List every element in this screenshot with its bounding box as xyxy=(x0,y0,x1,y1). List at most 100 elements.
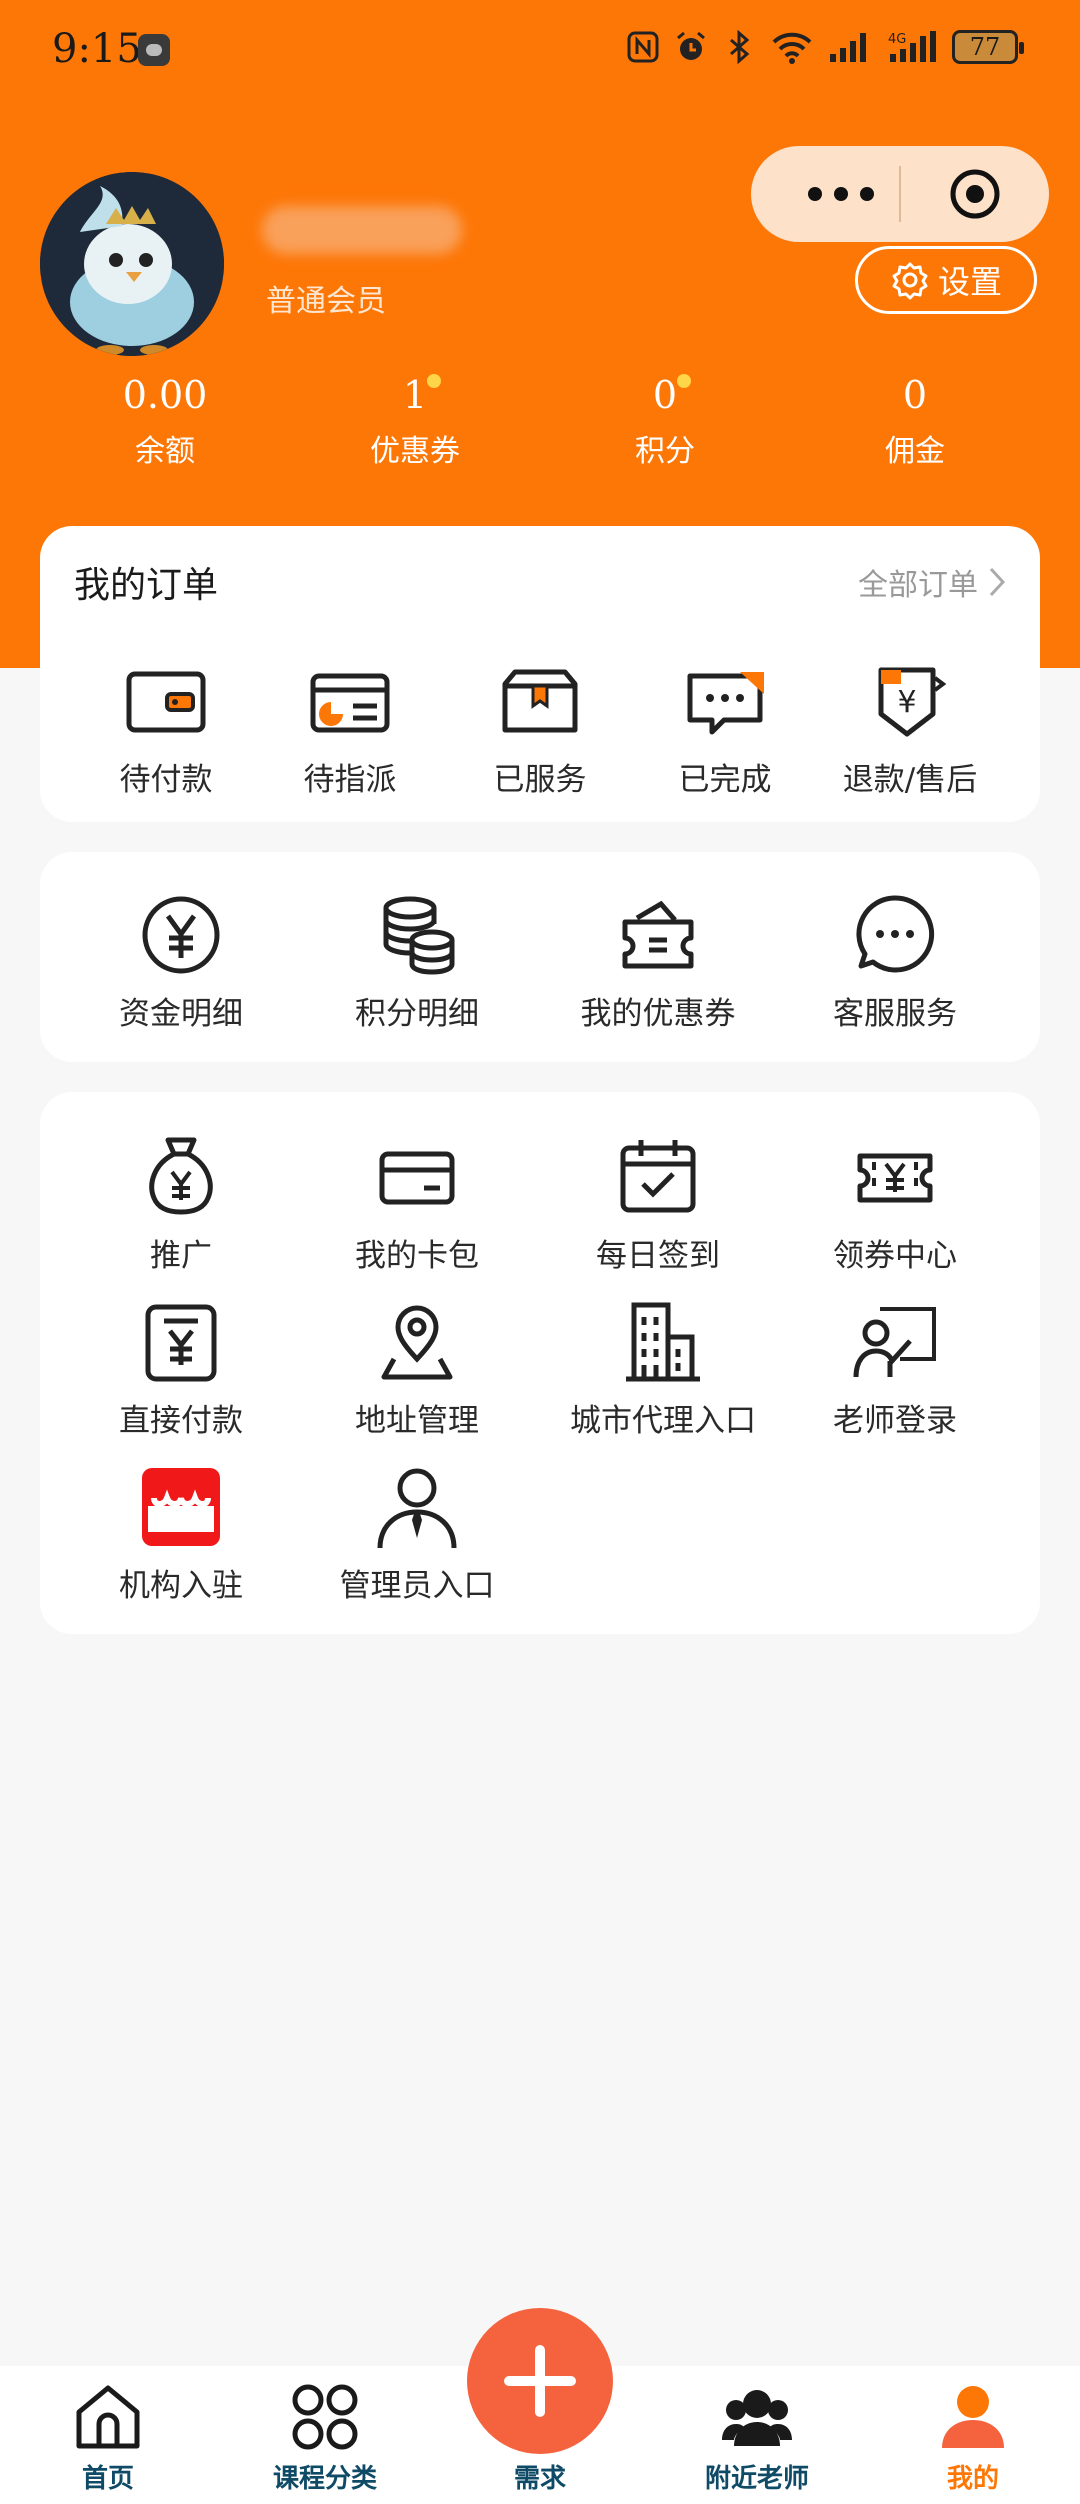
tab-home[interactable]: 首页 xyxy=(8,2366,208,2495)
grid-circles-icon xyxy=(292,2384,358,2450)
tool-institution-join[interactable]: 机构入驻 xyxy=(86,1462,276,1605)
chat-bubble-icon xyxy=(687,672,764,735)
tab-mine[interactable]: 我的 xyxy=(873,2366,1073,2495)
notification-dot xyxy=(677,374,692,388)
tool-teacher-login[interactable]: 老师登录 xyxy=(800,1297,990,1440)
store-icon xyxy=(142,1468,220,1546)
tool-coupon-center[interactable]: 领券中心 xyxy=(800,1132,990,1275)
avatar-bird-image xyxy=(40,172,224,356)
location-icon xyxy=(381,1305,453,1380)
tool-daily-checkin[interactable]: 每日签到 xyxy=(558,1132,758,1275)
box-icon xyxy=(502,669,578,733)
tab-course-category[interactable]: 课程分类 xyxy=(225,2366,425,2495)
settings-label: 设置 xyxy=(937,263,1002,301)
order-pending-payment[interactable]: 待付款 xyxy=(86,656,246,799)
orders-card: 我的订单 全部订单 待付款 待指派 已服务 已完成 ¥ 退款/售后 xyxy=(40,526,1040,822)
order-pending-assign[interactable]: 待指派 xyxy=(270,656,430,799)
status-bar: 9:15 4G 77 xyxy=(0,0,1080,100)
tool-label: 领券中心 xyxy=(833,1238,957,1274)
tab-label: 首页 xyxy=(81,2464,134,2494)
coupon-wallet-icon xyxy=(622,900,694,969)
home-icon xyxy=(76,2385,140,2449)
orders-title: 我的订单 xyxy=(74,565,219,606)
tool-address[interactable]: 地址管理 xyxy=(322,1297,512,1440)
tool-label: 管理员入口 xyxy=(339,1568,495,1604)
wifi-icon xyxy=(772,32,812,64)
customer-service-icon xyxy=(856,895,935,973)
money-bag-icon xyxy=(149,1137,213,1215)
my-coupons[interactable]: 我的优惠券 xyxy=(558,890,758,1033)
points-details[interactable]: 积分明细 xyxy=(322,890,512,1033)
tab-label: 我的 xyxy=(946,2464,999,2494)
yen-circle-icon xyxy=(142,896,220,974)
tool-card-wallet[interactable]: 我的卡包 xyxy=(322,1132,512,1275)
more-icon[interactable] xyxy=(793,176,893,212)
stat-value: 0 xyxy=(652,373,678,417)
order-label: 已完成 xyxy=(678,762,772,798)
status-time: 9:15 xyxy=(52,26,142,72)
tool-label: 推广 xyxy=(150,1238,212,1274)
finance-label: 积分明细 xyxy=(355,996,479,1032)
chevron-right-icon xyxy=(989,567,1006,597)
tool-label: 我的卡包 xyxy=(355,1238,479,1274)
tool-label: 机构入驻 xyxy=(119,1568,243,1604)
order-completed[interactable]: 已完成 xyxy=(645,656,805,799)
tab-nearby-teachers[interactable]: 附近老师 xyxy=(657,2366,857,2495)
plus-icon xyxy=(504,2345,576,2417)
order-label: 已服务 xyxy=(493,762,587,798)
tool-label: 直接付款 xyxy=(119,1403,243,1439)
tool-label: 城市代理入口 xyxy=(570,1403,756,1439)
wallet-icon xyxy=(126,671,206,733)
card-pie-icon xyxy=(310,673,390,733)
teacher-icon xyxy=(853,1307,936,1378)
order-served[interactable]: 已服务 xyxy=(460,656,620,799)
stat-coupons[interactable]: 1 优惠券 xyxy=(315,370,515,470)
all-orders-link[interactable]: 全部订单 xyxy=(858,560,1006,604)
refund-shield-icon: ¥ xyxy=(878,667,947,737)
settings-button[interactable]: 设置 xyxy=(855,246,1037,314)
tool-direct-pay[interactable]: 直接付款 xyxy=(86,1297,276,1440)
card-icon xyxy=(379,1151,455,1205)
customer-service[interactable]: 客服服务 xyxy=(800,890,990,1033)
stat-commission[interactable]: 0 佣金 xyxy=(815,370,1015,470)
order-label: 待付款 xyxy=(119,762,213,798)
tool-promote[interactable]: 推广 xyxy=(86,1132,276,1275)
member-level: 普通会员 xyxy=(266,284,386,319)
gear-icon xyxy=(892,262,928,300)
avatar[interactable] xyxy=(40,172,224,356)
capsule-divider xyxy=(899,166,901,222)
tool-label: 老师登录 xyxy=(833,1403,957,1439)
close-miniprogram-icon[interactable] xyxy=(949,168,1001,220)
stat-balance[interactable]: 0.00 余额 xyxy=(65,370,265,470)
svg-text:4G: 4G xyxy=(888,32,906,47)
tools-card: 推广 我的卡包 每日签到 领券中心 直接付款 地址管理 城市代理入口 老师登录 … xyxy=(40,1092,1040,1634)
miniprogram-capsule[interactable] xyxy=(751,146,1049,242)
order-label: 退款/售后 xyxy=(842,762,978,798)
yen-receipt-icon xyxy=(145,1304,217,1382)
finance-label: 资金明细 xyxy=(119,996,243,1032)
bluetooth-icon xyxy=(730,30,750,64)
admin-icon xyxy=(377,1468,457,1549)
signal-4g-icon: 4G xyxy=(888,31,936,62)
signal-icon xyxy=(830,33,866,62)
coin-stack-icon xyxy=(383,896,455,975)
tool-city-agent[interactable]: 城市代理入口 xyxy=(558,1297,768,1440)
battery-indicator: 77 xyxy=(952,30,1024,64)
stat-value: 0.00 xyxy=(122,373,208,417)
fund-details[interactable]: 资金明细 xyxy=(86,890,276,1033)
nfc-icon xyxy=(627,31,659,63)
alarm-icon xyxy=(677,31,705,60)
demand-fab-button[interactable] xyxy=(467,2308,613,2454)
stat-label: 佣金 xyxy=(885,434,945,469)
calendar-check-icon xyxy=(620,1140,696,1213)
message-app-icon xyxy=(138,34,170,66)
stat-points[interactable]: 0 积分 xyxy=(565,370,765,470)
people-icon xyxy=(722,2390,792,2446)
user-icon xyxy=(942,2386,1004,2448)
all-orders-label: 全部订单 xyxy=(858,568,978,603)
tab-label: 课程分类 xyxy=(272,2464,377,2494)
finance-label: 我的优惠券 xyxy=(580,996,736,1032)
order-refund[interactable]: ¥ 退款/售后 xyxy=(830,656,990,799)
tool-label: 地址管理 xyxy=(355,1403,479,1439)
tool-admin-entry[interactable]: 管理员入口 xyxy=(322,1462,512,1605)
